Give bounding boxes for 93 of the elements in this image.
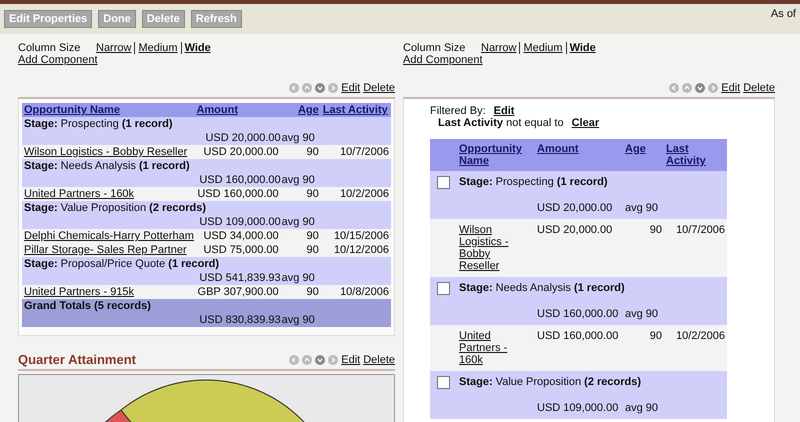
average-age: avg 90 [280,271,321,285]
date-cell: 10/2/2006 [320,187,391,201]
circle-arrow-right-icon[interactable] [328,354,338,364]
chart-title: Quarter Attainment [18,352,136,367]
circle-arrow-left-icon[interactable] [289,354,300,364]
column-header-link[interactable]: Opportunity Name [24,104,192,116]
opportunity-link[interactable]: Wilson Logistics - Bobby Reseller [24,146,188,158]
add-component-link[interactable]: Add Component [403,54,482,66]
circle-arrow-left-icon[interactable] [289,83,300,93]
stage-label: Stage: Prospecting (1 record) [22,117,391,131]
subtotal-amount: USD 830,839.93 [194,313,281,327]
date-cell: 10/15/2006 [320,229,391,243]
column-header-link[interactable]: Amount [196,104,279,116]
age-cell: 90 [280,229,321,243]
amount-cell: USD 75,000.00 [194,243,281,257]
date-cell: 10/2/2006 [664,325,727,371]
edit-link[interactable]: Edit [721,82,740,94]
checkbox[interactable] [437,282,450,295]
delete-link[interactable]: Delete [363,354,395,366]
amount-cell: USD 20,000.00 [535,219,623,277]
age-cell: 90 [280,243,321,257]
stage-label: Stage: Proposal/Price Quote (1 record) [22,257,391,271]
circle-arrow-right-icon[interactable] [328,83,338,93]
column-size-option[interactable]: Medium [138,42,178,54]
edit-link[interactable]: Edit [341,82,360,94]
stage-label: Stage: Prospecting (1 record) [457,171,727,197]
circle-arrow-down-icon[interactable] [315,83,326,93]
subtotal-amount: USD 541,839.93 [194,271,281,285]
amount-cell: USD 20,000.00 [194,145,281,159]
circle-arrow-down-icon[interactable] [315,354,326,364]
checkbox[interactable] [437,176,450,189]
column-size-option[interactable]: Wide [184,42,211,54]
column-size-option[interactable]: Wide [570,42,596,54]
opportunity-link[interactable]: Pillar Storage- Sales Rep Partner [24,244,187,256]
average-age: avg 90 [280,131,321,145]
opportunity-link[interactable]: United Partners - 160k [24,188,134,200]
age-cell: 90 [280,145,321,159]
circle-arrow-up-icon[interactable] [302,83,312,93]
average-age: avg 90 [623,397,727,419]
delete-link[interactable]: Delete [743,82,775,94]
subtotal-amount: USD 109,000.00 [535,397,623,419]
circle-arrow-left-icon[interactable] [669,83,680,93]
age-cell: 90 [623,325,664,371]
column-header-link[interactable]: Age [282,104,319,116]
subtotal-amount: USD 20,000.00 [194,131,281,145]
amount-cell: GBP 307,900.00 [194,285,281,299]
circle-arrow-up-icon[interactable] [682,83,692,93]
amount-cell: USD 160,000.00 [535,325,623,371]
add-component-link[interactable]: Add Component [18,54,98,66]
as-of-label: As of [770,8,796,20]
amount-cell: USD 34,000.00 [194,229,281,243]
opportunity-link[interactable]: United Partners - 160k [459,330,533,366]
edit-filter-link[interactable]: Edit [494,105,514,117]
opportunity-link[interactable]: Delphi Chemicals-Harry Potterham [24,230,194,242]
column-size-label: Column Size [403,42,466,54]
column-header-link[interactable]: Last Activity [322,104,389,116]
date-cell: 10/8/2006 [320,285,391,299]
circle-arrow-right-icon[interactable] [708,83,718,93]
date-cell: 10/12/2006 [320,243,391,257]
age-cell: 90 [623,219,664,277]
subtotal-amount: USD 20,000.00 [535,197,623,219]
delete-link[interactable]: Delete [363,82,395,94]
column-size-option[interactable]: Narrow [96,42,132,54]
checkbox[interactable] [437,376,450,389]
average-age: avg 90 [280,215,321,229]
edit-link[interactable]: Edit [341,354,360,366]
stage-label: Stage: Needs Analysis (1 record) [22,159,391,173]
filter-description: Last Activity not equal to [438,117,564,129]
date-cell: 10/7/2006 [664,219,727,277]
stage-label: Stage: Value Proposition (2 records) [457,371,727,397]
age-cell: 90 [280,187,321,201]
circle-arrow-up-icon[interactable] [302,354,312,364]
subtotal-amount: USD 160,000.00 [194,173,281,187]
filter-label: Filtered By: [430,105,486,117]
column-size-option[interactable]: Medium [523,42,563,54]
average-age: avg 90 [623,303,727,325]
stage-label: Stage: Value Proposition (2 records) [22,201,391,215]
average-age: avg 90 [623,197,727,219]
opportunity-link[interactable]: Wilson Logistics - Bobby Reseller [459,224,533,272]
opportunity-link[interactable]: United Partners - 915k [24,286,134,298]
column-size-label: Column Size [18,42,82,54]
grand-totals-label: Grand Totals (5 records) [22,299,391,313]
average-age: avg 90 [280,313,321,327]
date-cell: 10/7/2006 [320,145,391,159]
age-cell: 90 [280,285,321,299]
subtotal-amount: USD 160,000.00 [535,303,623,325]
stage-label: Stage: Needs Analysis (1 record) [457,277,727,303]
circle-arrow-down-icon[interactable] [695,83,706,93]
amount-cell: USD 160,000.00 [194,187,281,201]
subtotal-amount: USD 109,000.00 [194,215,281,229]
clear-filter-link[interactable]: Clear [572,117,600,129]
average-age: avg 90 [280,173,321,187]
column-size-option[interactable]: Narrow [481,42,516,54]
